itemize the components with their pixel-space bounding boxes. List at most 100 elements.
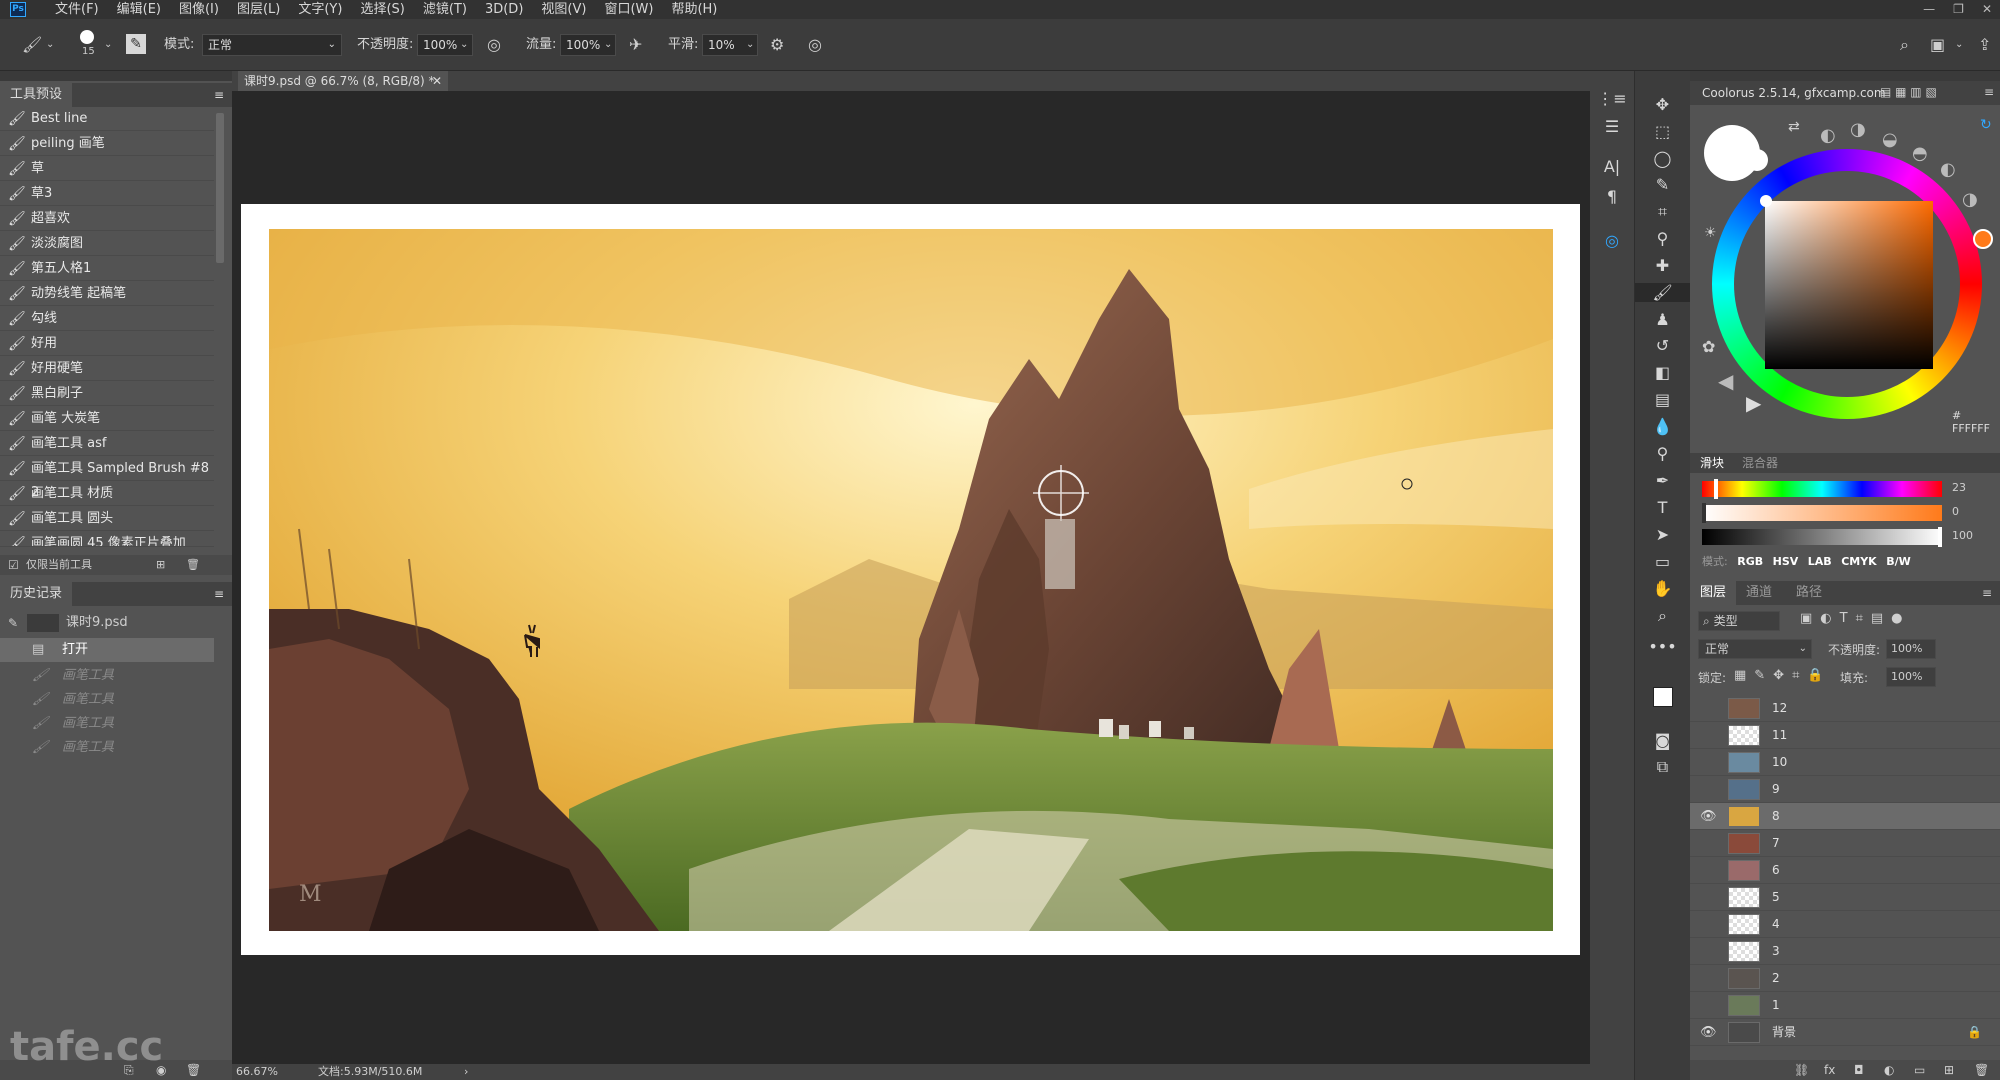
list-item[interactable]: 🖌 好用硬笔 bbox=[0, 357, 214, 381]
pressure-size-icon[interactable]: ◎ bbox=[808, 19, 822, 71]
zoom-level[interactable]: 66.67% bbox=[236, 1064, 278, 1080]
list-item[interactable]: 🖌 画笔 大炭笔 bbox=[0, 407, 214, 431]
brush-tip-preview-icon[interactable] bbox=[80, 30, 94, 44]
list-item[interactable]: 🖌 草 bbox=[0, 157, 214, 181]
layer-row[interactable]: 9 bbox=[1690, 776, 2000, 803]
tone-preset-icon[interactable]: ◑ bbox=[1850, 119, 1866, 140]
tab-paths[interactable]: 路径 bbox=[1796, 581, 1822, 605]
brightness-icon[interactable]: ☀ bbox=[1704, 225, 1717, 241]
menu-file[interactable]: 文件(F) bbox=[46, 0, 108, 19]
foreground-color-swatch[interactable] bbox=[1653, 687, 1673, 707]
list-item[interactable]: 🖌 好用 bbox=[0, 332, 214, 356]
model-hsv[interactable]: HSV bbox=[1773, 555, 1799, 568]
list-item[interactable]: 🖌 画笔工具 圆头 bbox=[0, 507, 214, 531]
layer-filter-select[interactable]: ⌕ 类型 bbox=[1698, 611, 1780, 631]
saturation-brightness-square[interactable] bbox=[1765, 201, 1933, 369]
panel-collapse-bar[interactable] bbox=[1690, 71, 2000, 81]
saturation-slider[interactable]: 0 bbox=[1702, 503, 1992, 523]
brush-tool-icon[interactable]: 🖌 bbox=[22, 19, 42, 71]
crop-tool-icon[interactable]: ⌗ bbox=[1635, 202, 1690, 222]
lasso-tool-icon[interactable]: ◯ bbox=[1635, 149, 1690, 168]
eyedropper-tool-icon[interactable]: ⚲ bbox=[1635, 229, 1690, 248]
list-item[interactable]: 🖌 Best line bbox=[0, 107, 214, 131]
artwork-canvas[interactable]: M bbox=[269, 229, 1553, 931]
previous-color-swatch[interactable] bbox=[1746, 149, 1768, 171]
tone-preset-icon[interactable]: ◐ bbox=[1820, 125, 1836, 146]
pen-tool-icon[interactable]: ✒ bbox=[1635, 471, 1690, 490]
brightness-slider-track[interactable] bbox=[1702, 529, 1942, 545]
layer-row[interactable]: 5 bbox=[1690, 884, 2000, 911]
new-layer-icon[interactable]: ⊞ bbox=[1944, 1060, 1954, 1080]
tone-preset-icon[interactable]: ◒ bbox=[1882, 129, 1898, 150]
swap-colors-icon[interactable]: ⇄ bbox=[1788, 119, 1800, 135]
model-rgb[interactable]: RGB bbox=[1737, 555, 1763, 568]
gear-icon[interactable]: ⚙ bbox=[770, 19, 784, 71]
history-step[interactable]: 🖌 画笔工具 bbox=[0, 688, 214, 712]
quick-mask-icon[interactable]: ◙ bbox=[1635, 731, 1690, 750]
layer-row[interactable]: 6 bbox=[1690, 857, 2000, 884]
eraser-tool-icon[interactable]: ◧ bbox=[1635, 363, 1690, 382]
new-group-icon[interactable]: ▭ bbox=[1914, 1060, 1925, 1080]
menu-window[interactable]: 窗口(W) bbox=[595, 0, 662, 19]
list-item[interactable]: 🖌 黑白刷子 bbox=[0, 382, 214, 406]
checkbox-icon[interactable]: ☑ bbox=[8, 555, 19, 575]
previous-arrow-icon[interactable]: ◀ bbox=[1718, 369, 1733, 393]
marquee-tool-icon[interactable]: ⬚ bbox=[1635, 122, 1690, 141]
saturation-value[interactable]: 0 bbox=[1952, 505, 1959, 518]
brush-presets-icon[interactable]: ⋮≡ bbox=[1590, 89, 1634, 108]
panel-menu-icon[interactable]: ≡ bbox=[1984, 85, 1994, 99]
list-item[interactable]: 🖌 淡淡腐图 bbox=[0, 232, 214, 256]
scrollbar[interactable] bbox=[216, 113, 224, 263]
airbrush-icon[interactable]: ✈ bbox=[629, 19, 642, 71]
zoom-tool-icon[interactable]: ⌕ bbox=[1635, 606, 1690, 626]
layer-row-background[interactable]: 👁 背景 🔒 bbox=[1690, 1019, 2000, 1046]
slider-handle[interactable] bbox=[1714, 479, 1718, 499]
hex-value[interactable]: # FFFFFF bbox=[1952, 409, 2000, 435]
brightness-slider[interactable]: 100 bbox=[1702, 527, 1992, 547]
hue-handle[interactable] bbox=[1973, 229, 1993, 249]
pressure-opacity-icon[interactable]: ◎ bbox=[487, 19, 501, 71]
share-icon[interactable]: ⇪ bbox=[1978, 19, 1991, 71]
lock-icon[interactable]: 🔒 bbox=[1967, 1019, 1982, 1046]
history-step[interactable]: 🖌 画笔工具 bbox=[0, 712, 214, 736]
history-step[interactable]: 🖌 画笔工具 bbox=[0, 664, 214, 688]
trash-icon[interactable]: 🗑 bbox=[1974, 1060, 1989, 1080]
history-step[interactable]: 🖌 画笔工具 bbox=[0, 736, 214, 760]
blur-tool-icon[interactable]: 💧 bbox=[1635, 417, 1690, 436]
history-brush-tool-icon[interactable]: ↺ bbox=[1635, 336, 1690, 355]
eye-icon[interactable]: 👁 bbox=[1700, 1019, 1717, 1046]
maximize-button[interactable]: ❐ bbox=[1953, 0, 1964, 19]
history-title[interactable]: 历史记录 bbox=[0, 582, 73, 606]
minimize-button[interactable]: — bbox=[1923, 0, 1935, 19]
layer-filter-icons[interactable]: ▣◐T⌗▤● bbox=[1800, 611, 1911, 626]
close-window-button[interactable]: ✕ bbox=[1982, 0, 1992, 19]
tool-presets-title[interactable]: 工具预设 bbox=[0, 83, 73, 107]
layer-row[interactable]: 1 bbox=[1690, 992, 2000, 1019]
layer-row-selected[interactable]: 👁 8 bbox=[1690, 803, 2000, 830]
model-lab[interactable]: LAB bbox=[1808, 555, 1832, 568]
saturation-slider-track[interactable] bbox=[1702, 505, 1942, 521]
menu-image[interactable]: 图像(I) bbox=[170, 0, 228, 19]
quick-select-tool-icon[interactable]: ✎ bbox=[1635, 175, 1690, 194]
list-item[interactable]: 🖌 画笔工具 Sampled Brush #8 2 bbox=[0, 457, 214, 500]
list-item[interactable]: 🖌 画笔工具 asf bbox=[0, 432, 214, 456]
tab-mixer[interactable]: 混合器 bbox=[1742, 453, 1778, 473]
screen-mode-icon[interactable]: ⧉ bbox=[1635, 757, 1690, 777]
blend-mode-select[interactable]: 正常 ⌄ bbox=[1698, 639, 1812, 659]
chevron-down-icon[interactable]: ⌄ bbox=[1955, 19, 1963, 71]
tab-layers[interactable]: 图层 bbox=[1690, 581, 1737, 605]
tone-preset-icon[interactable]: ◐ bbox=[1940, 159, 1956, 180]
eye-icon[interactable]: 👁 bbox=[1700, 803, 1717, 830]
list-item[interactable]: 🖌 画笔工具 材质 bbox=[0, 482, 214, 506]
fill-input[interactable]: 100% bbox=[1886, 667, 1936, 687]
history-step-open[interactable]: ▤ 打开 bbox=[0, 638, 214, 662]
chevron-down-icon[interactable]: ⌄ bbox=[746, 19, 754, 71]
stamp-tool-icon[interactable]: ♟ bbox=[1635, 310, 1690, 329]
adjustment-layer-icon[interactable]: ◐ bbox=[1884, 1060, 1894, 1080]
workspace-icon[interactable]: ▣ bbox=[1930, 19, 1945, 71]
menu-filter[interactable]: 滤镜(T) bbox=[414, 0, 476, 19]
brightness-value[interactable]: 100 bbox=[1952, 529, 1973, 542]
close-icon[interactable]: ✕ bbox=[432, 71, 442, 91]
chevron-down-icon[interactable]: ⌄ bbox=[46, 19, 54, 71]
menu-view[interactable]: 视图(V) bbox=[532, 0, 595, 19]
